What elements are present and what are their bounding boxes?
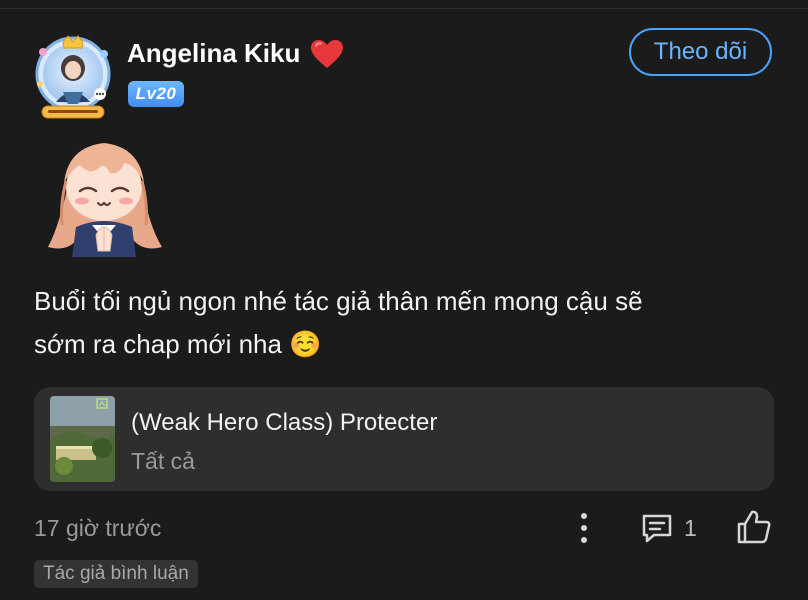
- avatar-frame-icon: [35, 35, 111, 119]
- follow-button[interactable]: Theo dõi: [629, 28, 772, 76]
- comment-text: Buổi tối ngủ ngon nhé tác giả thân mến m…: [34, 280, 774, 366]
- reply-button[interactable]: 1: [640, 510, 697, 546]
- reply-count: 1: [684, 514, 697, 541]
- vertical-dots-icon: [581, 513, 587, 543]
- red-heart-icon: [310, 39, 344, 69]
- more-options-button[interactable]: [570, 510, 598, 546]
- avatar[interactable]: [28, 32, 118, 122]
- linked-story-card[interactable]: (Weak Hero Class) Protecter Tất cả: [34, 387, 774, 491]
- story-subtitle: Tất cả: [131, 448, 195, 474]
- thumbs-up-icon: [737, 510, 771, 544]
- chibi-girl-sticker-icon: [48, 143, 162, 257]
- story-cover-icon: [50, 396, 115, 482]
- author-comment-tag: Tác giả bình luận: [34, 560, 198, 588]
- comment-card: Angelina Kiku Lv20 Theo dõi Buổi tối ngủ…: [0, 0, 808, 600]
- comment-bubble-icon: [642, 514, 672, 543]
- comment-line-2: sớm ra chap mới nha ☺️: [34, 329, 322, 359]
- comment-line-1: Buổi tối ngủ ngon nhé tác giả thân mến m…: [34, 286, 643, 316]
- username-row: Angelina Kiku: [127, 38, 344, 69]
- story-title[interactable]: (Weak Hero Class) Protecter: [131, 409, 437, 437]
- username[interactable]: Angelina Kiku: [127, 38, 300, 69]
- level-badge: Lv20: [128, 81, 184, 107]
- like-button[interactable]: [735, 508, 773, 546]
- sticker-image: [40, 135, 168, 261]
- timestamp: 17 giờ trước: [34, 515, 162, 541]
- story-thumbnail: [50, 396, 115, 482]
